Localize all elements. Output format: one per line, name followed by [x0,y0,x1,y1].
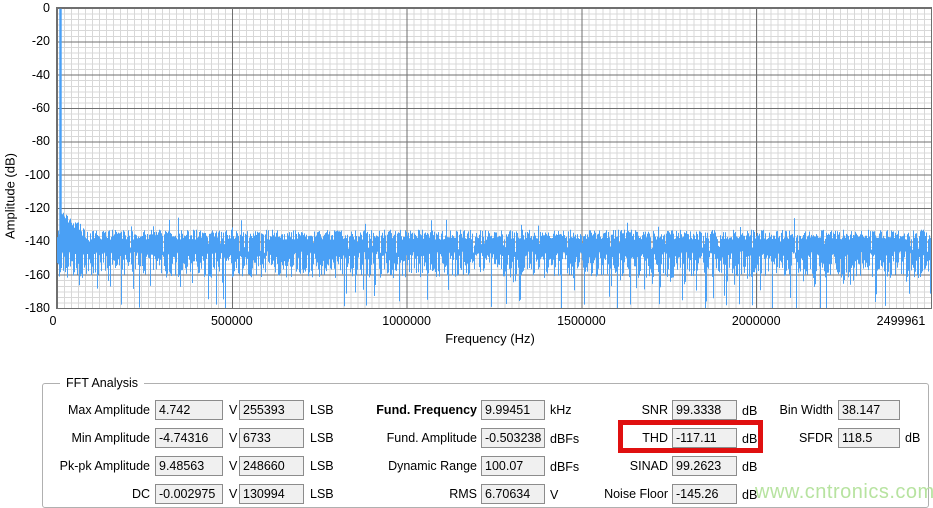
panel-title: FFT Analysis [60,376,145,390]
y-tick-label: -120 [24,201,50,215]
rms-label: RMS [449,487,477,501]
x-tick-label: 500000 [210,314,253,328]
max-amplitude-label: Max Amplitude [68,403,150,417]
fft-spectrum-chart: Amplitude (dB) Frequency (Hz) 0 -20 -40 -60… [0,0,933,360]
y-tick-label: -180 [24,301,50,315]
y-tick-label: -60 [31,101,50,115]
max-amplitude-lsb-unit: LSB [310,403,334,417]
y-tick-label: -160 [24,267,50,282]
x-axis-title: Frequency (Hz) [445,331,535,346]
y-tick-label: -20 [31,34,50,49]
y-axis-title: Amplitude (dB) [2,153,18,239]
pkpk-amplitude-label: Pk-pk Amplitude [59,459,150,473]
fund-amplitude-label: Fund. Amplitude [386,431,477,445]
rms-field[interactable]: 6.70634 [481,484,545,504]
max-amplitude-v-unit: V [229,403,238,417]
noise-floor-unit: dB [742,488,758,502]
noise-floor-label: Noise Floor [604,487,668,501]
pkpk-amplitude-lsb-unit: LSB [310,459,334,473]
y-tick-label: -40 [31,67,50,82]
fund-amplitude-field[interactable]: -0.503238 [481,428,545,448]
noise-floor-field[interactable]: -145.26 [672,484,737,504]
min-amplitude-v-field[interactable]: -4.74316 [155,428,223,448]
fund-frequency-label: Fund. Frequency [376,403,477,417]
x-tick-label: 1500000 [557,314,606,328]
min-amplitude-v-unit: V [229,431,238,445]
dc-label: DC [131,487,150,501]
spectrum-series [57,8,931,308]
min-amplitude-lsb-unit: LSB [310,431,334,445]
fund-frequency-field[interactable]: 9.99451 [481,400,545,420]
sinad-unit: dB [742,460,758,474]
pkpk-amplitude-v-unit: V [229,459,238,473]
plot-area [56,7,932,309]
dc-v-field[interactable]: -0.002975 [155,484,223,504]
dynamic-range-label: Dynamic Range [388,459,477,473]
dc-lsb-unit: LSB [310,487,334,501]
x-tick-label: 1000000 [382,314,431,328]
y-tick-label: -100 [24,167,50,182]
snr-label: SNR [641,403,668,417]
pkpk-amplitude-v-field[interactable]: 9.48563 [155,456,223,476]
x-tick-label: 2000000 [731,314,781,328]
bin-width-field[interactable]: 38.147 [838,400,900,420]
pkpk-amplitude-lsb-field[interactable]: 248660 [239,456,304,476]
y-tick-label: -140 [24,234,50,249]
thd-highlight-box [618,420,763,453]
sinad-field[interactable]: 99.2623 [672,456,737,476]
sfdr-field[interactable]: 118.5 [838,428,900,448]
dc-lsb-field[interactable]: 130994 [239,484,304,504]
dc-v-unit: V [229,487,238,501]
min-amplitude-lsb-field[interactable]: 6733 [239,428,304,448]
y-tick-label: -80 [31,134,50,149]
x-tick-label: 2499961 [876,314,926,328]
max-amplitude-lsb-field[interactable]: 255393 [239,400,304,420]
max-amplitude-v-field[interactable]: 4.742 [155,400,223,420]
min-amplitude-label: Min Amplitude [71,431,150,445]
dynamic-range-field[interactable]: 100.07 [481,456,545,476]
bin-width-label: Bin Width [779,403,834,417]
x-tick-label: 0 [49,314,57,328]
y-tick-label: 0 [43,1,50,15]
sinad-label: SINAD [629,459,668,473]
sfdr-unit: dB [905,431,921,445]
